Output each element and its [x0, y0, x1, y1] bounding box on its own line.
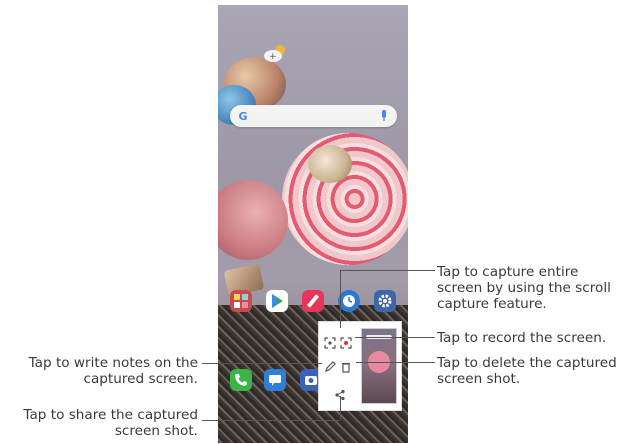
phone-screen: + G: [218, 5, 408, 443]
callout-line-capture: [340, 270, 435, 271]
callout-record: Tap to record the screen.: [437, 330, 607, 346]
google-search-bar[interactable]: G: [230, 105, 397, 127]
callout-line-share: [202, 420, 340, 421]
weather-sun-cloud-icon[interactable]: +: [262, 41, 290, 65]
capture-thumbnail[interactable]: [361, 328, 397, 404]
callout-line-write: [202, 363, 322, 364]
callout-capture-entire: Tap to capture entire screen by using th…: [437, 264, 611, 312]
phone-app-icon[interactable]: [230, 369, 252, 391]
clock-icon[interactable]: [338, 290, 360, 312]
callout-line-capture-vert: [340, 270, 341, 328]
callout-line-delete: [356, 362, 435, 363]
google-g-icon: G: [238, 109, 248, 123]
callout-delete: Tap to delete the captured screen shot.: [437, 355, 617, 387]
folder-icon[interactable]: [230, 290, 252, 312]
extended-capture-icon[interactable]: [323, 336, 337, 350]
messages-app-icon[interactable]: [264, 369, 286, 391]
wallpaper-dome: [218, 180, 288, 260]
callout-share: Tap to share the captured screen shot.: [23, 407, 198, 439]
edit-icon[interactable]: [323, 360, 337, 374]
mic-icon[interactable]: [379, 109, 389, 123]
capture-panel: [318, 321, 402, 411]
callout-write-notes: Tap to write notes on the captured scree…: [28, 355, 198, 387]
qmemo-icon[interactable]: [302, 290, 324, 312]
callout-line-record: [355, 337, 435, 338]
settings-icon[interactable]: [374, 290, 396, 312]
svg-text:+: +: [269, 52, 277, 62]
callout-line-share-vert: [340, 396, 341, 420]
play-store-icon[interactable]: [266, 290, 288, 312]
wallpaper-sphere-cap: [308, 145, 352, 183]
record-screen-icon[interactable]: [339, 336, 353, 350]
delete-icon[interactable]: [339, 360, 353, 374]
